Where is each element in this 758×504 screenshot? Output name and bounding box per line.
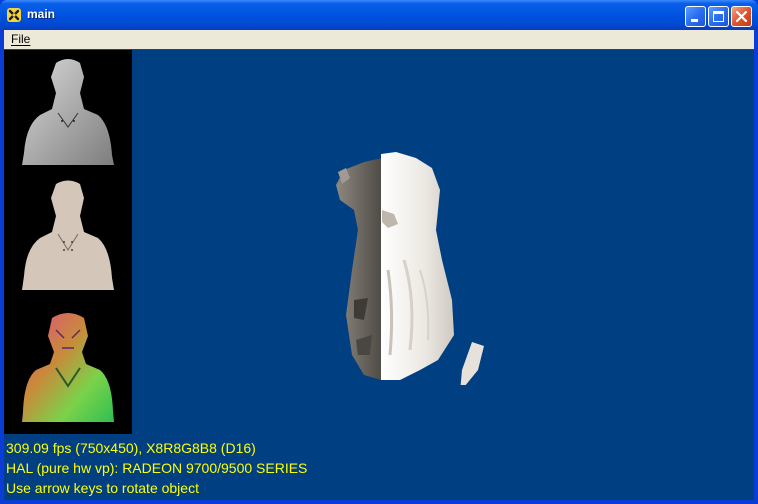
directx-icon: [7, 8, 21, 22]
close-button[interactable]: [731, 6, 752, 27]
maximize-button[interactable]: [708, 6, 729, 27]
close-icon: [735, 10, 748, 23]
menu-bar: File: [4, 30, 754, 49]
status-fps: 309.09 fps (750x450), X8R8G8B8 (D16): [6, 440, 256, 456]
window-title: main: [27, 7, 56, 21]
menu-file[interactable]: File: [11, 32, 30, 46]
minimize-icon: [691, 19, 698, 22]
app-window: main File 309.09 fps (750x450), X8R8G8B8…: [0, 0, 758, 504]
maximize-icon: [713, 11, 724, 22]
render-viewport[interactable]: 309.09 fps (750x450), X8R8G8B8 (D16) HAL…: [4, 50, 754, 500]
minimize-button[interactable]: [685, 6, 706, 27]
grayscale-bust-thumbnail: [22, 59, 114, 165]
tan-bust-thumbnail: [22, 180, 114, 290]
title-bar[interactable]: main: [0, 0, 758, 30]
normal-map-bust-thumbnail: [22, 313, 114, 422]
thumbnail-panel: [4, 50, 132, 434]
status-device: HAL (pure hw vp): RADEON 9700/9500 SERIE…: [6, 460, 308, 476]
status-instructions: Use arrow keys to rotate object: [6, 480, 199, 496]
shaded-bust-model: [336, 152, 484, 385]
